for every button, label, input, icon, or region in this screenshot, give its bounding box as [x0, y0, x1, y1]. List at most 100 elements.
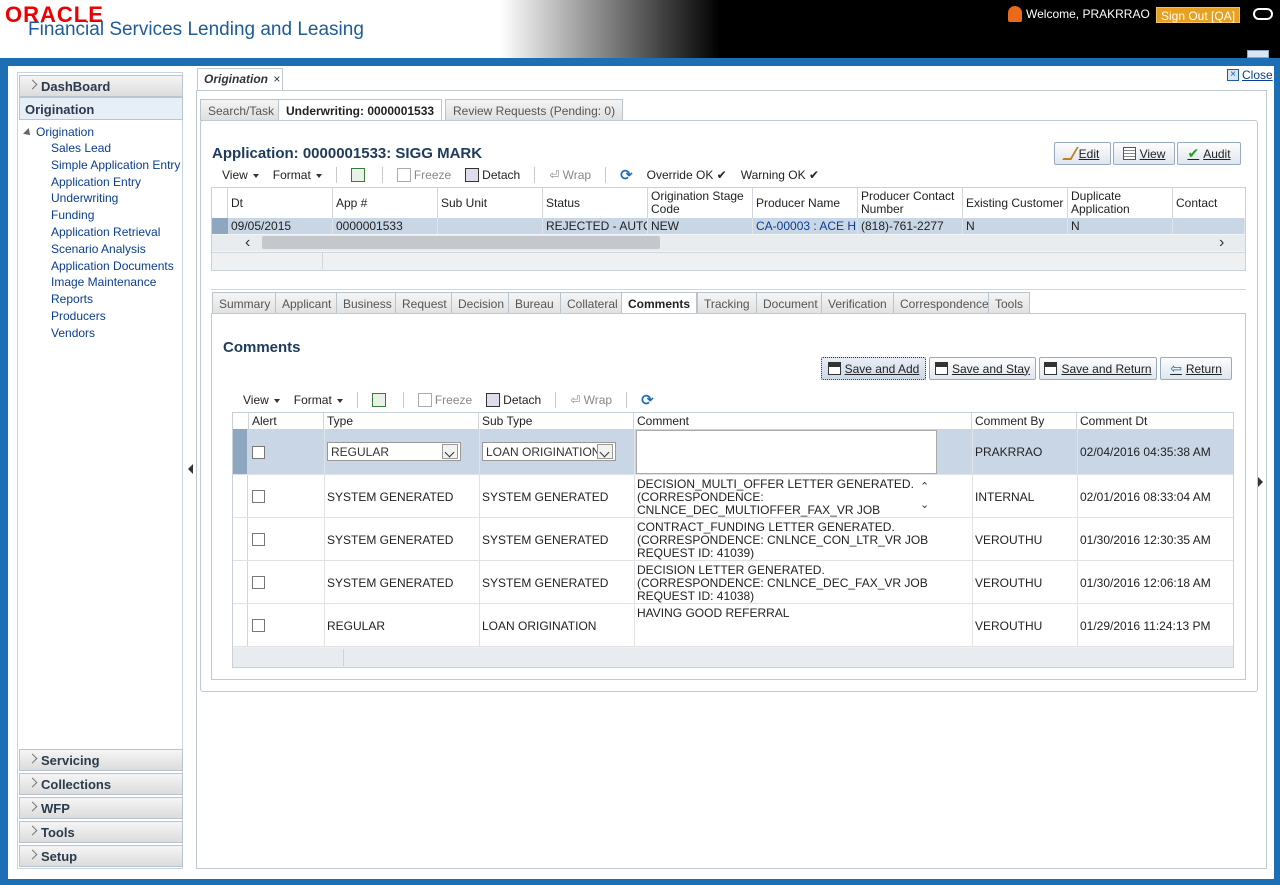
row-selector[interactable]	[233, 475, 248, 517]
sidebar-item-vendors[interactable]: Vendors	[51, 326, 180, 343]
alert-checkbox[interactable]	[252, 619, 265, 632]
sidebar-section-setup[interactable]: Setup	[19, 845, 183, 867]
edit-button[interactable]: Edit	[1054, 142, 1111, 165]
warning-ok-indicator[interactable]: Warning OK ✔	[741, 168, 819, 182]
row-selector[interactable]	[233, 604, 248, 646]
sidebar-item-underwriting[interactable]: Underwriting	[51, 191, 180, 208]
alert-checkbox[interactable]	[252, 533, 265, 546]
sidebar-item-application-entry[interactable]: Application Entry	[51, 175, 180, 192]
type-select[interactable]: REGULAR	[327, 442, 461, 461]
column-header-duplicate-application[interactable]: Duplicate Application	[1068, 188, 1173, 218]
tab-correspondence[interactable]: Correspondence	[893, 292, 996, 314]
return-button[interactable]: ⇦ Return	[1160, 357, 1232, 380]
sidebar-section-collections[interactable]: Collections	[19, 773, 183, 795]
save-and-stay-button[interactable]: Save and Stay	[929, 357, 1036, 380]
tab-verification[interactable]: Verification	[821, 292, 894, 314]
column-header-origination-stage[interactable]: Origination Stage Code	[648, 188, 753, 218]
user-menu[interactable]: Welcome, PRAKRRAO	[1008, 6, 1165, 22]
sidebar-section-wfp[interactable]: WFP	[19, 797, 183, 819]
format-menu[interactable]: Format	[294, 393, 343, 407]
scrollbar-thumb[interactable]	[262, 236, 660, 249]
close-tab-icon[interactable]: ×	[273, 72, 280, 86]
close-link[interactable]: × Close	[1227, 68, 1273, 82]
cell-producer-name[interactable]: CA-00003 : ACE H...	[753, 218, 858, 234]
column-header-status[interactable]: Status	[543, 188, 648, 218]
sidebar-item-sales-lead[interactable]: Sales Lead	[51, 141, 180, 158]
column-header-sub-type[interactable]: Sub Type	[479, 413, 634, 429]
tab-bureau[interactable]: Bureau	[508, 292, 561, 314]
sidebar-item-producers[interactable]: Producers	[51, 309, 180, 326]
column-header-comment-by[interactable]: Comment By	[972, 413, 1077, 429]
tab-tracking[interactable]: Tracking	[697, 292, 757, 314]
tab-tools[interactable]: Tools	[988, 292, 1031, 314]
detach-button[interactable]: Detach	[486, 393, 541, 408]
tab-request[interactable]: Request	[395, 292, 454, 314]
sidebar-item-simple-application-entry[interactable]: Simple Application Entry	[51, 158, 180, 175]
comment-scroll-arrows[interactable]: ⌃ ⌄	[920, 478, 929, 514]
scroll-right-icon[interactable]: ›	[1219, 234, 1224, 252]
sidebar-item-reports[interactable]: Reports	[51, 292, 180, 309]
tab-underwriting[interactable]: Underwriting: 0000001533	[278, 99, 443, 121]
column-header-type[interactable]: Type	[324, 413, 479, 429]
row-selector[interactable]	[233, 429, 248, 474]
column-header-app-number[interactable]: App #	[333, 188, 438, 218]
refresh-icon[interactable]: ⟳	[620, 166, 633, 184]
sidebar-section-tools[interactable]: Tools	[19, 821, 183, 843]
column-header-dt[interactable]: Dt	[228, 188, 333, 218]
column-header-sub-unit[interactable]: Sub Unit	[438, 188, 543, 218]
tab-comments[interactable]: Comments	[621, 292, 698, 314]
tab-document[interactable]: Document	[756, 292, 825, 314]
column-header-comment-dt[interactable]: Comment Dt	[1077, 413, 1233, 429]
format-menu[interactable]: Format	[273, 168, 322, 182]
comment-textarea[interactable]	[636, 430, 937, 474]
column-header-alert[interactable]: Alert	[249, 413, 324, 429]
tab-collateral[interactable]: Collateral	[560, 292, 625, 314]
refresh-icon[interactable]: ⟳	[641, 391, 654, 409]
export-icon[interactable]	[371, 393, 386, 407]
detach-button[interactable]: Detach	[465, 168, 520, 183]
column-header-existing-customer[interactable]: Existing Customer	[963, 188, 1068, 218]
sub-type-select[interactable]: LOAN ORIGINATION	[482, 442, 616, 461]
tab-origination[interactable]: Origination ×	[197, 68, 283, 90]
sidebar-section-dashboard[interactable]: DashBoard	[19, 75, 183, 97]
column-header-producer-contact[interactable]: Producer Contact Number	[858, 188, 963, 218]
sidebar-section-servicing[interactable]: Servicing	[19, 749, 183, 771]
column-header-comment[interactable]: Comment	[634, 413, 972, 429]
sidebar-item-scenario-analysis[interactable]: Scenario Analysis	[51, 242, 180, 259]
view-button[interactable]: View	[1113, 142, 1175, 165]
tab-summary[interactable]: Summary	[212, 292, 278, 314]
sidebar: DashBoard Origination Origination Sales …	[17, 72, 183, 869]
column-header-producer-name[interactable]: Producer Name	[753, 188, 858, 218]
sign-out-button[interactable]: Sign Out [QA]	[1156, 7, 1241, 23]
sidebar-item-funding[interactable]: Funding	[51, 208, 180, 225]
tab-applicant[interactable]: Applicant	[275, 292, 339, 314]
tree-root-origination[interactable]: Origination	[23, 125, 94, 139]
tab-business[interactable]: Business	[336, 292, 399, 314]
column-header-contact[interactable]: Contact	[1173, 188, 1245, 218]
alert-checkbox[interactable]	[252, 490, 265, 503]
collapse-header-icon[interactable]	[1247, 50, 1269, 58]
override-ok-indicator[interactable]: Override OK ✔	[647, 168, 727, 182]
sidebar-item-image-maintenance[interactable]: Image Maintenance	[51, 275, 180, 292]
collapse-sidebar-icon[interactable]	[188, 464, 193, 474]
row-selector[interactable]	[233, 561, 248, 603]
view-menu[interactable]: View	[243, 393, 280, 407]
tab-search-task[interactable]: Search/Task	[200, 99, 283, 121]
audit-button[interactable]: ✔ Audit	[1177, 142, 1241, 165]
row-selector[interactable]	[212, 218, 228, 234]
scroll-left-icon[interactable]: ‹	[245, 234, 250, 252]
sidebar-item-application-retrieval[interactable]: Application Retrieval	[51, 225, 180, 242]
export-icon[interactable]	[350, 168, 365, 182]
view-menu[interactable]: View	[222, 168, 259, 182]
alert-checkbox[interactable]	[252, 446, 265, 459]
tab-review-requests[interactable]: Review Requests (Pending: 0)	[445, 99, 624, 121]
sidebar-section-origination[interactable]: Origination	[19, 97, 183, 120]
save-and-return-button[interactable]: Save and Return	[1039, 357, 1157, 380]
row-selector[interactable]	[233, 518, 248, 560]
close-icon: ×	[1227, 69, 1239, 81]
alert-checkbox[interactable]	[252, 576, 265, 589]
tab-decision[interactable]: Decision	[451, 292, 512, 314]
save-and-add-button[interactable]: Save and Add	[821, 357, 926, 380]
sidebar-item-application-documents[interactable]: Application Documents	[51, 259, 180, 276]
cell-sub-type: SYSTEM GENERATED	[482, 490, 609, 504]
